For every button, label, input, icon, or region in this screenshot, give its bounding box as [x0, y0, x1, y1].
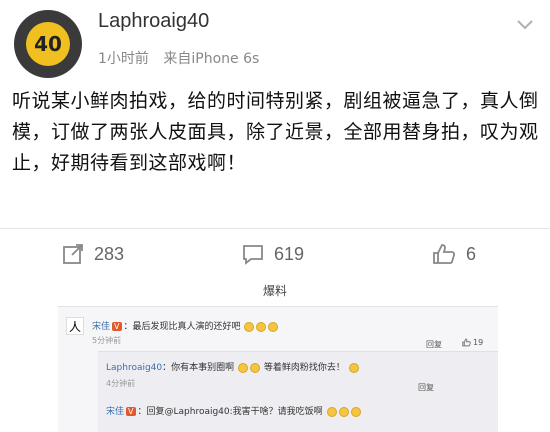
- comment-button[interactable]: 619: [242, 241, 304, 267]
- username[interactable]: Laphroaig40: [98, 10, 209, 33]
- thumbs-up-icon: [462, 338, 471, 347]
- reply-2-name: 宋佳: [106, 407, 125, 417]
- post-source: 来自iPhone 6s: [163, 51, 260, 67]
- repost-icon: [63, 244, 83, 264]
- commenter-avatar: 人: [66, 317, 84, 335]
- reply-1-time: 4分钟前: [106, 379, 136, 388]
- embedded-comments-screenshot: 人 宋佳 V ：最后发现比真人演的还好吧 5分钟前 回复 19 Laphroaig4…: [58, 306, 498, 432]
- comment-icon: [243, 245, 263, 265]
- reply-button[interactable]: 回复: [418, 382, 434, 393]
- comment-like-button[interactable]: 19: [462, 338, 483, 347]
- reply-panel: Laphroaig40：你有本事别圈啊 等着鲜肉粉找你去！ 4分钟前 回复 宋佳…: [98, 351, 498, 432]
- avatar[interactable]: 40: [14, 10, 82, 78]
- emoji-icon: [256, 321, 267, 332]
- post-content: 听说某小鲜肉拍戏，给的时间特别紧，剧组被逼急了，真人倒模，订做了两张人皮面具，除…: [12, 90, 539, 174]
- reply-1: Laphroaig40：你有本事别圈啊 等着鲜肉粉找你去！: [106, 360, 360, 373]
- action-bar: 283 619 6: [0, 228, 550, 278]
- emoji-icon: [250, 362, 261, 373]
- post-header: 40 Laphroaig40 1小时前 来自iPhone 6s: [0, 0, 550, 80]
- embed-label: 爆料: [262, 284, 287, 298]
- comment-1-text: ：最后发现比真人演的还好吧: [123, 322, 241, 332]
- reply-2-text: ：回复@Laphroaig40:我害干啥？请我吃饭啊: [137, 407, 323, 417]
- post-meta: 1小时前 来自iPhone 6s: [98, 48, 269, 68]
- reply-2: 宋佳 V ：回复@Laphroaig40:我害干啥？请我吃饭啊: [106, 404, 362, 417]
- like-count: 6: [466, 243, 477, 264]
- emoji-icon: [268, 321, 279, 332]
- like-button[interactable]: 6: [432, 241, 476, 267]
- comment-like-count: 19: [473, 338, 484, 347]
- comment-1: 宋佳 V ：最后发现比真人演的还好吧: [92, 319, 279, 332]
- reply-1-text: ：你有本事别圈啊: [162, 363, 235, 373]
- thumbs-up-icon: [433, 244, 456, 264]
- reply-button[interactable]: 回复: [426, 339, 442, 350]
- comment-1-name: 宋佳: [92, 322, 111, 332]
- emoji-icon: [338, 406, 349, 417]
- reply-1-text-2: 等着鲜肉粉找你去！: [263, 363, 345, 373]
- emoji-icon: [238, 362, 249, 373]
- comment-1-time: 5分钟前: [92, 336, 122, 345]
- verified-badge: V: [126, 407, 136, 416]
- avatar-icon: 40: [26, 22, 70, 66]
- emoji-icon: [326, 406, 337, 417]
- verified-badge: V: [112, 322, 122, 331]
- emoji-icon: [350, 406, 361, 417]
- reply-1-name: Laphroaig40: [106, 363, 163, 373]
- repost-count: 283: [94, 243, 125, 264]
- emoji-icon: [348, 362, 359, 373]
- post-time: 1小时前: [98, 51, 149, 67]
- repost-button[interactable]: 283: [62, 241, 124, 267]
- chevron-down-icon[interactable]: [514, 14, 536, 36]
- emoji-icon: [244, 321, 255, 332]
- comment-count: 619: [274, 243, 305, 264]
